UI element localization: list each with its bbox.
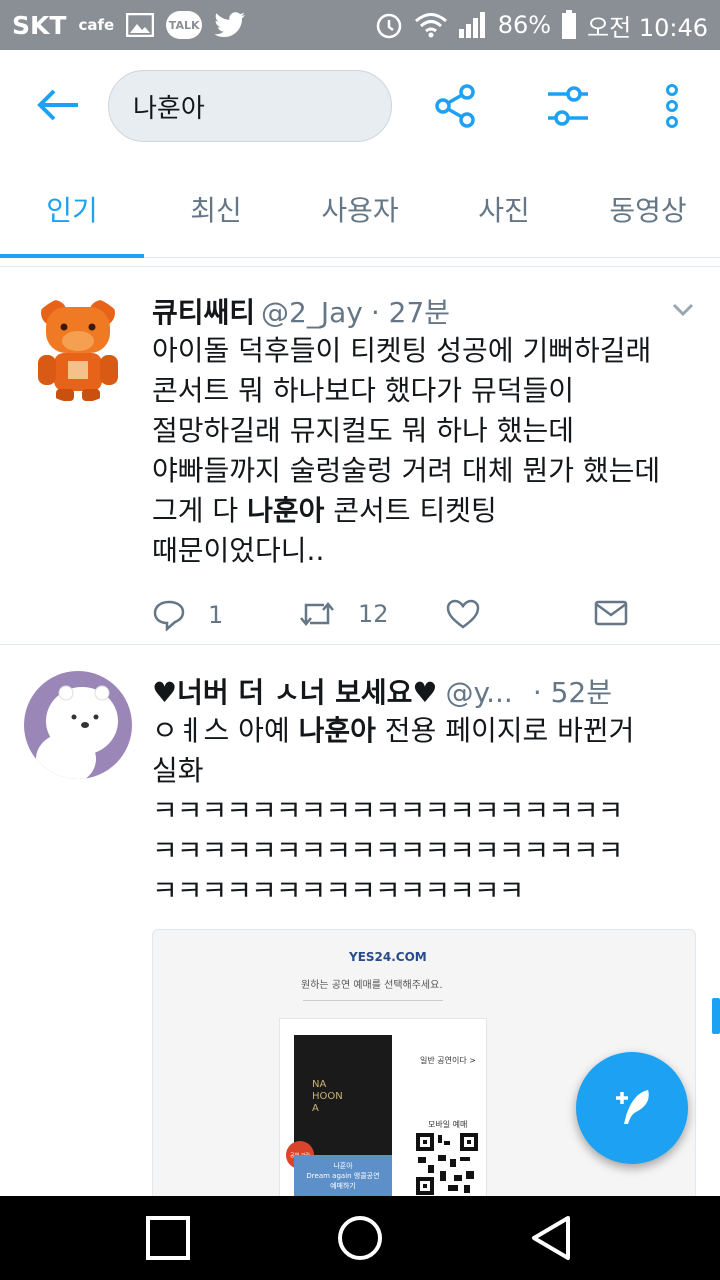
status-bar: SKT cafe TALK 86% 오전 10:46: [0, 0, 720, 50]
text-segment: 콘서트 티켓팅: [324, 494, 497, 527]
search-highlight: 나훈아: [247, 494, 325, 527]
poster-title: NA HOON A: [312, 1079, 343, 1114]
compose-tweet-button[interactable]: [576, 1052, 688, 1164]
message-icon: [594, 600, 628, 626]
twitter-bird-icon: [214, 12, 246, 37]
tweet-line: ㅇㅖ스 아예 나훈아 전용 페이지로 바뀐거: [152, 711, 696, 751]
home-icon[interactable]: [336, 1214, 384, 1262]
yes24-logo: YES24.COM: [349, 950, 427, 964]
like-icon: [446, 599, 480, 629]
concert-poster: NA HOON A: [294, 1035, 392, 1155]
tweet-line: 야빠들까지 술렁술렁 거려 대체 뭔가 했는데: [152, 454, 661, 487]
divider: [303, 1000, 443, 1001]
chevron-down-icon[interactable]: [672, 303, 694, 317]
tab-videos[interactable]: 동영상: [576, 160, 720, 257]
battery-icon: [562, 10, 577, 39]
ticket-card: NA HOON A 공연 관람 나훈아 Dream again 앵콜공연 예매하…: [279, 1018, 487, 1218]
reply-button[interactable]: 1: [152, 599, 223, 631]
back-arrow-icon[interactable]: [36, 88, 80, 122]
tab-latest[interactable]: 최신: [144, 160, 288, 257]
media-prompt-text: 원하는 공연 예매를 선택해주세요.: [301, 980, 443, 991]
tab-photos[interactable]: 사진: [432, 160, 576, 257]
tweet-line: ㅋㅋㅋㅋㅋㅋㅋㅋㅋㅋㅋㅋㅋㅋㅋㅋㅋㅋㅋ: [152, 834, 623, 867]
poster-caption: 나훈아 Dream again 앵콜공연 예매하기: [294, 1155, 392, 1197]
tweet-line: 때문이었다니..: [152, 534, 325, 567]
tweet-header: ♥너버 더 ㅅ너 보세요♥ @y... · 52분: [152, 671, 696, 711]
dm-button[interactable]: [594, 599, 628, 627]
avatar[interactable]: [24, 295, 132, 403]
battery-percent: 86%: [497, 11, 552, 39]
signal-icon: [458, 12, 485, 38]
tweet-line: 아이돌 덕후들이 티켓팅 성공에 기뻐하길래: [152, 334, 652, 367]
retweet-button[interactable]: 12: [298, 599, 389, 629]
tweet-line: 실화: [152, 754, 204, 787]
display-name[interactable]: 큐티쌔티: [152, 291, 255, 331]
tweet-line: 절망하길래 뮤지컬도 뭐 하나 했는데: [152, 414, 575, 447]
gallery-icon: [126, 13, 155, 37]
recent-apps-icon[interactable]: [146, 1216, 190, 1260]
more-icon[interactable]: [662, 84, 682, 128]
avatar[interactable]: [24, 671, 132, 779]
tweet[interactable]: 큐티쌔티 @2_Jay · 27분 아이돌 덕후들이 티켓팅 성공에 기뻐하길래…: [0, 267, 720, 645]
general-ticket-link: 일반 공연이다 >: [420, 1056, 476, 1065]
cafe-label: cafe: [78, 16, 115, 34]
bear-avatar-image: [38, 300, 118, 401]
caption-line: 예매하기: [330, 1182, 356, 1190]
tweet-line: 그게 다 나훈아 콘서트 티켓팅: [152, 491, 696, 531]
back-nav-icon[interactable]: [528, 1214, 574, 1262]
search-query: 나훈아: [133, 93, 205, 124]
android-nav-bar: [0, 1196, 720, 1280]
tweet-line: ㅋㅋㅋㅋㅋㅋㅋㅋㅋㅋㅋㅋㅋㅋㅋ: [152, 874, 524, 907]
share-icon[interactable]: [434, 84, 478, 128]
app-bar: 나훈아: [0, 50, 720, 160]
retweet-icon: [300, 602, 334, 626]
tweet-line: ㅋㅋㅋㅋㅋㅋㅋㅋㅋㅋㅋㅋㅋㅋㅋㅋㅋㅋㅋ: [152, 794, 623, 827]
tweet-time: · 52분: [532, 676, 613, 709]
caption-line: Dream again 앵콜공연: [306, 1172, 380, 1180]
tweet-line: 콘서트 뭐 하나보다 했다가 뮤덕들이: [152, 374, 575, 407]
tweet-text: ㅇㅖ스 아예 나훈아 전용 페이지로 바뀐거 실화 ㅋㅋㅋㅋㅋㅋㅋㅋㅋㅋㅋㅋㅋㅋ…: [152, 711, 696, 911]
search-highlight: 나훈아: [298, 714, 376, 747]
tweet-time: · 27분: [370, 296, 451, 329]
search-tabs: 인기 최신 사용자 사진 동영상: [0, 160, 720, 258]
text-segment: 그게 다: [152, 494, 248, 527]
tab-users[interactable]: 사용자: [288, 160, 432, 257]
caption-line: 나훈아: [333, 1162, 353, 1170]
retweet-count: 12: [358, 600, 389, 628]
text-segment: 전용 페이지로 바뀐거: [375, 714, 635, 747]
like-button[interactable]: [446, 599, 480, 629]
polar-bear-avatar-image: [36, 685, 118, 779]
filter-icon[interactable]: [546, 84, 590, 128]
user-handle[interactable]: @2_Jay: [261, 296, 363, 329]
reply-icon: [153, 600, 185, 631]
carrier-label: SKT: [12, 10, 67, 40]
wifi-icon: [414, 13, 447, 38]
text-segment: ㅇㅖ스 아예: [152, 714, 299, 747]
user-handle[interactable]: @y...: [446, 676, 513, 709]
qr-code-icon: [414, 1131, 480, 1197]
talk-icon: TALK: [166, 11, 203, 39]
mobile-ticket-label: 모바일 예매: [428, 1120, 468, 1129]
alarm-icon: [376, 13, 401, 39]
tweet-actions: 1 12: [152, 587, 696, 647]
tab-popular[interactable]: 인기: [0, 160, 144, 258]
display-name[interactable]: ♥너버 더 ㅅ너 보세요♥: [152, 671, 438, 711]
clock: 오전 10:46: [587, 13, 708, 42]
reply-count: 1: [208, 601, 224, 629]
scroll-indicator[interactable]: [712, 998, 720, 1034]
tweet-text: 아이돌 덕후들이 티켓팅 성공에 기뻐하길래 콘서트 뭐 하나보다 했다가 뮤덕…: [152, 331, 696, 571]
search-input[interactable]: 나훈아: [108, 70, 392, 142]
compose-icon: [616, 1090, 649, 1124]
tweet-header: 큐티쌔티 @2_Jay · 27분: [152, 291, 696, 331]
